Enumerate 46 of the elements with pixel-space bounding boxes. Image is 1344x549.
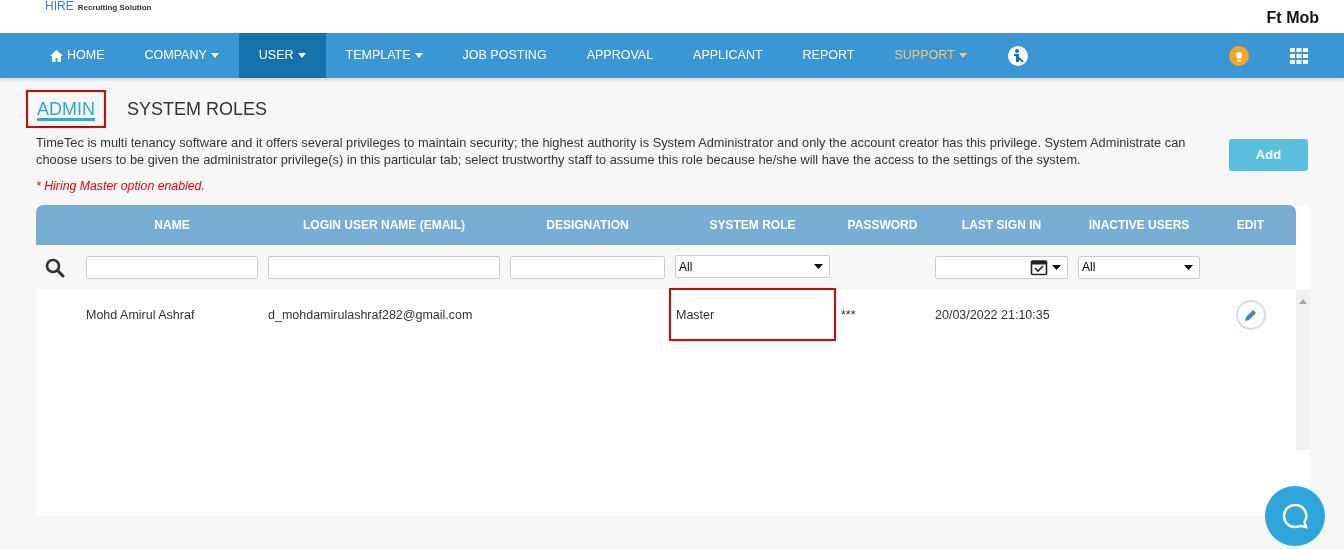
column-header: SYSTEM ROLE bbox=[670, 205, 835, 246]
column-header: LOGIN USER NAME (EMAIL) bbox=[263, 205, 505, 246]
column-header: INACTIVE USERS bbox=[1073, 205, 1205, 246]
table-cell: Mohd Amirul Ashraf bbox=[86, 307, 195, 322]
filter-dropdown[interactable]: All bbox=[675, 255, 830, 279]
column-header: PASSWORD bbox=[835, 205, 930, 246]
chat-button[interactable] bbox=[1265, 486, 1325, 546]
user-name: Ft Mob bbox=[1266, 8, 1319, 28]
nav-item[interactable]: HOME bbox=[30, 33, 125, 78]
nav-item[interactable]: SUPPORT bbox=[874, 33, 987, 78]
caret-icon[interactable] bbox=[1052, 264, 1061, 270]
nav-item[interactable]: APPLICANT bbox=[673, 33, 783, 78]
column-header: EDIT bbox=[1205, 205, 1296, 246]
filter-field[interactable] bbox=[510, 255, 665, 279]
edit-button[interactable] bbox=[1235, 299, 1266, 330]
nav-item[interactable]: APPROVAL bbox=[566, 33, 674, 78]
tab[interactable]: SYSTEM ROLES bbox=[116, 90, 279, 128]
hiring-note: * Hiring Master option enabled. bbox=[36, 178, 206, 195]
table-cell: *** bbox=[841, 307, 856, 322]
caret-icon[interactable] bbox=[814, 264, 823, 270]
table-cell: Master bbox=[676, 307, 715, 322]
search-icon[interactable] bbox=[45, 257, 65, 278]
column-header: LAST SIGN IN bbox=[930, 205, 1073, 246]
chat-icon bbox=[1280, 501, 1310, 531]
nav-item[interactable]: JOB POSTING bbox=[442, 33, 567, 78]
calendar-icon[interactable] bbox=[1030, 258, 1048, 277]
filter-field[interactable] bbox=[86, 255, 258, 279]
pencil-icon bbox=[1243, 308, 1258, 323]
filter-field[interactable] bbox=[268, 255, 500, 279]
nav-item[interactable]: REPORT bbox=[782, 33, 875, 78]
table-cell: 20/03/2022 21:10:35 bbox=[935, 307, 1050, 322]
home-icon bbox=[50, 49, 63, 62]
caret-icon[interactable] bbox=[1184, 264, 1193, 270]
table-cell: d_mohdamirulashraf282@gmail.com bbox=[268, 307, 473, 322]
logo-tagline: Recruiting Solution bbox=[77, 2, 152, 14]
logo-text: HIRE bbox=[45, 0, 74, 15]
filter-dropdown[interactable]: All bbox=[1078, 255, 1200, 279]
tab[interactable]: ADMIN bbox=[26, 90, 106, 128]
nav-item[interactable]: USER bbox=[238, 33, 326, 78]
column-header: NAME bbox=[81, 205, 263, 246]
add-button[interactable]: Add bbox=[1229, 139, 1308, 171]
date-filter-field[interactable] bbox=[935, 255, 1068, 279]
nav-item[interactable]: TEMPLATE bbox=[325, 33, 443, 78]
nav-item[interactable]: COMPANY bbox=[124, 33, 239, 78]
description-text: TimeTec is multi tenancy software and it offers several privileges to maintain security; the highest authority is System Administrator and only the account creator has this privilege. System Administrate can choose users to be given the administrator privilege(s) in this particular tab; select trustworthy staff to assume this role because he/she will have the access to the settings of the system. bbox=[36, 134, 1186, 168]
column-header: DESIGNATION bbox=[505, 205, 670, 246]
